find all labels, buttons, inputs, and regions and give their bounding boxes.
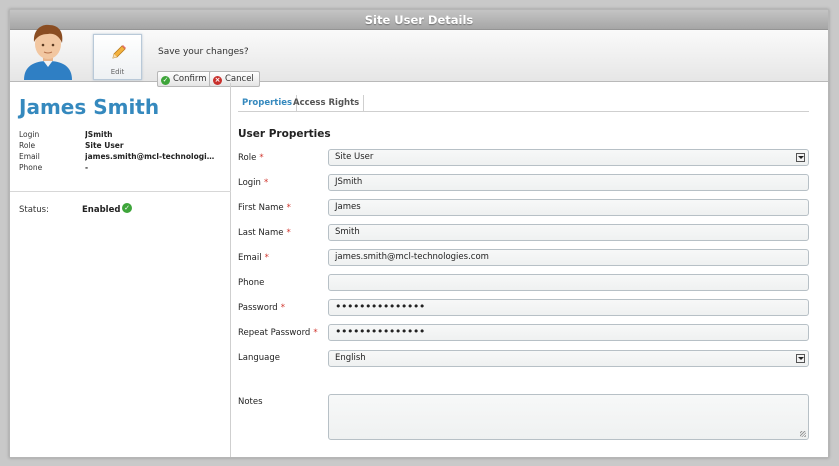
password-label: Password * [238,303,285,313]
edit-label: Edit [110,68,125,76]
language-label: Language [238,353,280,363]
user-summary-panel: James Smith Login JSmith Role Site User … [10,83,231,457]
pencil-icon [110,43,128,61]
section-title: User Properties [238,128,331,140]
divider [10,191,231,192]
info-key: Phone [19,163,43,172]
required-marker: * [286,228,291,238]
first-name-field[interactable]: James [328,199,809,216]
required-marker: * [259,153,264,163]
toolbar: Edit Save your changes? ✓ Confirm × Cancel [10,24,828,87]
password-label-text: Password [238,303,278,313]
role-label: Role * [238,153,264,163]
user-avatar [18,22,78,80]
tab-access-rights[interactable]: Access Rights [289,95,365,112]
required-marker: * [263,178,269,188]
last-name-field[interactable]: Smith [328,224,809,241]
site-user-details-window: Site User Details Edit Save your changes… [9,9,829,458]
save-question-text: Save your changes? [158,47,249,57]
tab-bar: Properties Access Rights [238,92,809,112]
edit-button[interactable]: Edit [93,34,142,80]
first-name-label-text: First Name [238,203,284,213]
last-name-label: Last Name * [238,228,291,238]
role-select-value: Site User [335,152,374,162]
chevron-down-icon[interactable] [796,354,805,363]
info-row-login: Login JSmith [19,130,224,141]
user-name-heading: James Smith [19,95,160,119]
phone-label: Phone [238,278,265,288]
info-key: Role [19,141,36,150]
info-row-role: Role Site User [19,141,224,152]
info-value: - [85,163,89,172]
role-label-text: Role [238,153,257,163]
phone-field[interactable] [328,274,809,291]
resize-grip[interactable] [800,431,806,437]
email-field[interactable]: james.smith@mcl-technologies.com [328,249,809,266]
language-select-value: English [335,353,366,363]
language-select[interactable]: English [328,350,809,367]
chevron-down-icon[interactable] [796,153,805,162]
email-label: Email * [238,253,269,263]
required-marker: * [280,303,285,313]
repeat-password-field[interactable]: ••••••••••••••• [328,324,809,341]
email-label-text: Email [238,253,262,263]
role-select[interactable]: Site User [328,149,809,166]
required-marker: * [264,253,269,263]
info-key: Login [19,130,40,139]
required-marker: * [313,328,318,338]
info-row-email: Email james.smith@mcl-technologi... [19,152,224,163]
notes-label: Notes [238,397,263,407]
info-key: Email [19,152,40,161]
notes-textarea[interactable] [328,394,809,440]
login-field[interactable]: JSmith [328,174,809,191]
repeat-password-label: Repeat Password * [238,328,318,338]
login-label: Login * [238,178,268,188]
info-value: Site User [85,141,124,150]
info-value: james.smith@mcl-technologi... [85,152,215,161]
password-field[interactable]: ••••••••••••••• [328,299,809,316]
window-title: Site User Details [10,10,828,30]
status-label: Status: [19,205,49,215]
info-value: JSmith [85,130,113,139]
status-value: Enabled [82,205,121,215]
last-name-label-text: Last Name [238,228,284,238]
repeat-password-label-text: Repeat Password [238,328,311,338]
required-marker: * [286,203,291,213]
login-label-text: Login [238,178,261,188]
first-name-label: First Name * [238,203,291,213]
info-row-phone: Phone - [19,163,224,174]
check-circle-icon: ✓ [122,203,132,213]
